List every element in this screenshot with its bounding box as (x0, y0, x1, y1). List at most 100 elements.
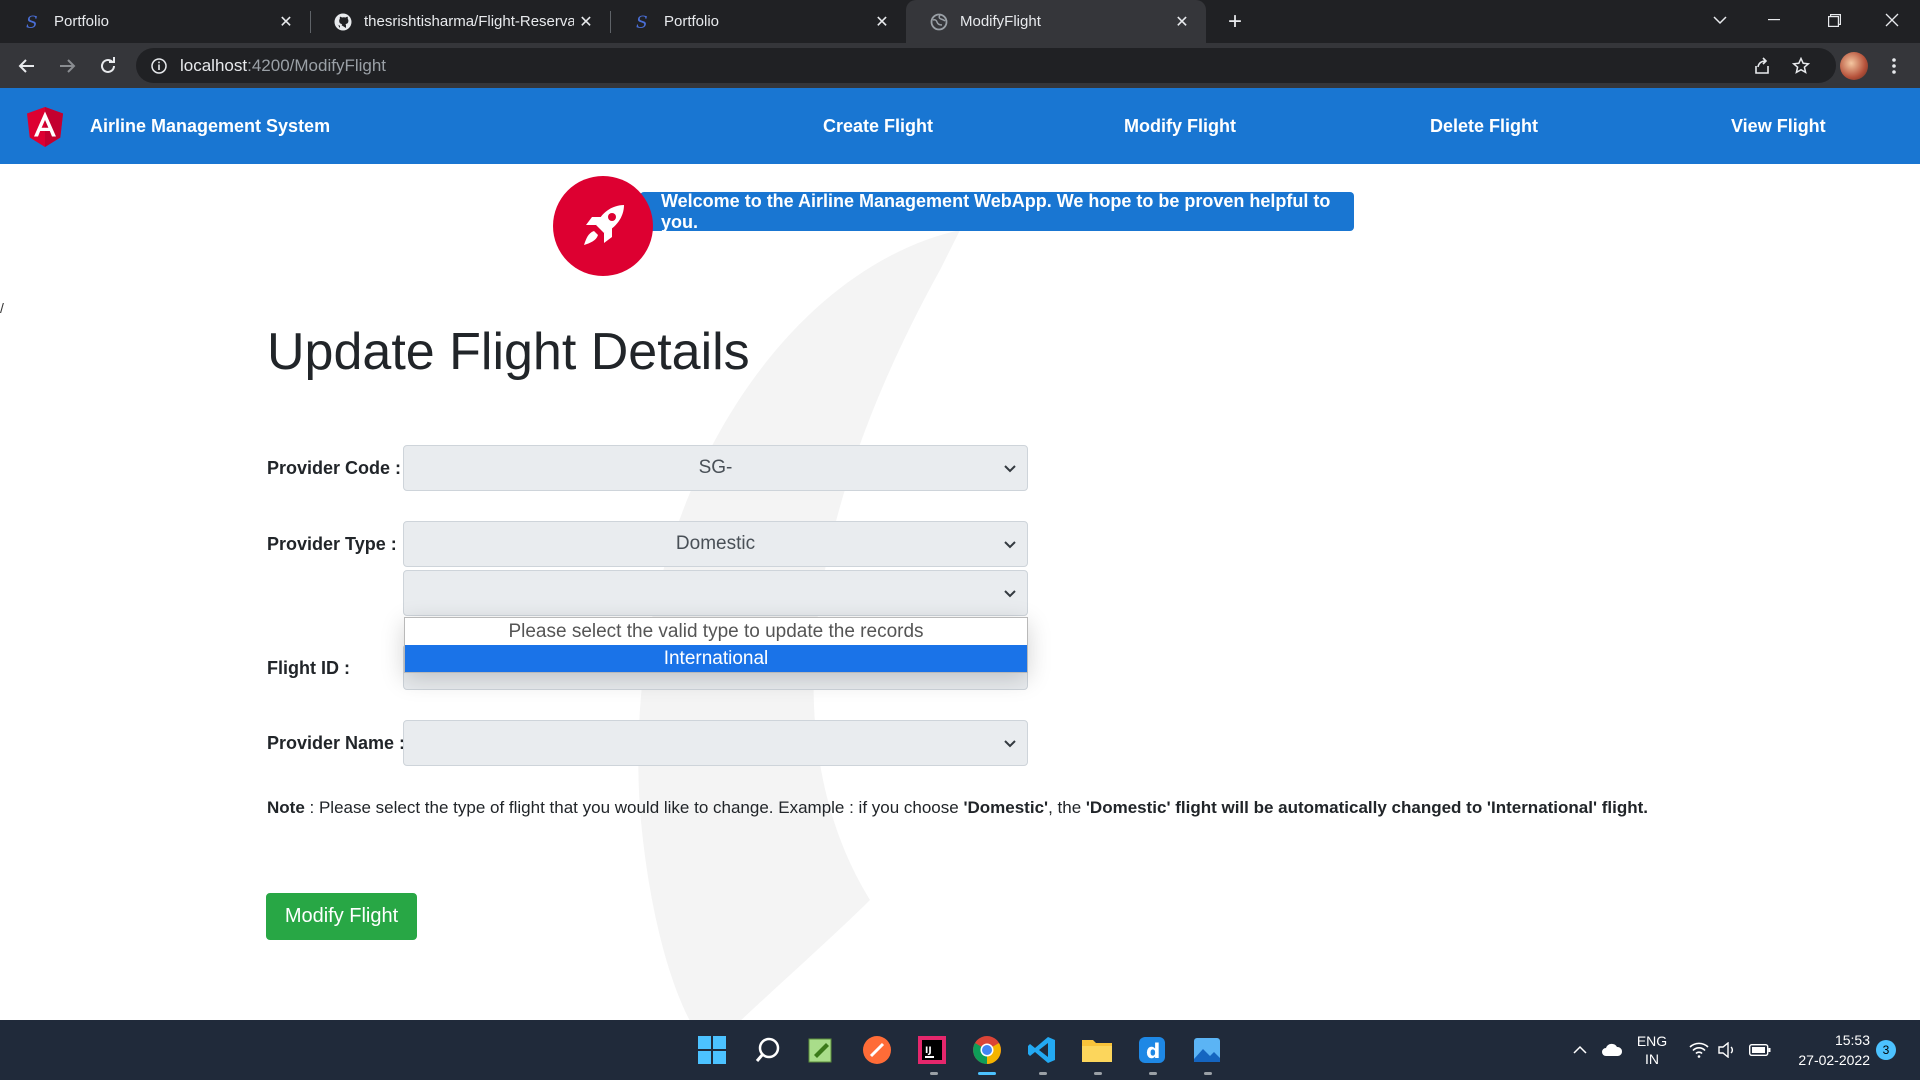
note-text-part: : Please select the type of flight that … (304, 798, 964, 817)
clock-time: 15:53 (1834, 1032, 1870, 1048)
reload-icon[interactable] (91, 49, 125, 83)
provider-code-value: SG- (698, 457, 733, 478)
rocket-icon (553, 176, 653, 276)
dropdown-option-international[interactable]: International (405, 645, 1027, 672)
system-clock[interactable]: 15:53 27-02-2022 (1780, 1030, 1870, 1070)
provider-code-select[interactable]: SG- (403, 445, 1028, 491)
chrome-icon[interactable] (969, 1032, 1005, 1068)
tab-search-chevron-icon[interactable] (1692, 0, 1748, 40)
portfolio-favicon-icon: S (24, 13, 42, 31)
github-icon (334, 13, 352, 31)
app-navbar: Airline Management System Create Flight … (0, 88, 1920, 164)
chevron-down-icon (1004, 740, 1016, 748)
svg-text:IJ: IJ (925, 1046, 932, 1056)
chevron-down-icon (1004, 541, 1016, 549)
tab-modifyflight[interactable]: ModifyFlight ✕ (906, 0, 1206, 43)
provider-code-label: Provider Code : (267, 458, 402, 478)
windows-taskbar: IJ d ENG IN 15:53 27-02-2022 (0, 1020, 1920, 1080)
provider-name-label: Provider Name : (267, 733, 406, 753)
running-indicator (1094, 1072, 1102, 1075)
vscode-icon[interactable] (1024, 1032, 1060, 1068)
note-label: Note (267, 798, 305, 817)
active-indicator (978, 1072, 996, 1075)
photos-icon[interactable] (1189, 1032, 1225, 1068)
tab-title: Portfolio (664, 13, 720, 30)
tab-portfolio-1[interactable]: S Portfolio ✕ (0, 0, 310, 43)
battery-icon[interactable] (1746, 1020, 1774, 1080)
svg-text:d: d (1146, 1039, 1160, 1063)
running-indicator (1204, 1072, 1212, 1075)
intellij-icon[interactable]: IJ (914, 1032, 950, 1068)
portfolio-favicon-icon: S (634, 13, 652, 31)
close-tab-icon[interactable]: ✕ (870, 10, 894, 34)
provider-type-label: Provider Type : (267, 534, 397, 554)
restore-icon[interactable] (1806, 0, 1862, 40)
back-icon[interactable] (10, 49, 44, 83)
running-indicator (1039, 1072, 1047, 1075)
tab-title: thesrishtisharma/Flight-Reservati (364, 13, 574, 30)
jdownloader-icon[interactable]: d (1134, 1032, 1170, 1068)
site-info-icon[interactable] (150, 57, 168, 75)
tab-title: ModifyFlight (960, 13, 1041, 30)
note-bold-part: 'Domestic' flight will be automatically … (1085, 798, 1649, 817)
share-icon[interactable] (1745, 49, 1779, 83)
close-tab-icon[interactable]: ✕ (1170, 10, 1194, 34)
close-tab-icon[interactable]: ✕ (574, 10, 598, 34)
forward-icon[interactable] (50, 49, 84, 83)
tab-github[interactable]: thesrishtisharma/Flight-Reservati ✕ (310, 0, 610, 43)
profile-avatar[interactable] (1840, 52, 1868, 80)
welcome-banner: Welcome to the Airline Management WebApp… (640, 191, 1354, 232)
note-bold-part: 'Domestic' (963, 798, 1049, 817)
file-explorer-icon[interactable] (1079, 1032, 1115, 1068)
wifi-icon[interactable] (1686, 1020, 1712, 1080)
note-text: Note : Please select the type of flight … (267, 795, 1667, 821)
new-type-select[interactable] (403, 570, 1028, 616)
svg-text:S: S (26, 13, 38, 31)
running-indicator (1149, 1072, 1157, 1075)
close-window-icon[interactable] (1864, 0, 1920, 40)
chevron-down-icon (1004, 465, 1016, 473)
globe-icon (930, 13, 948, 31)
new-tab-button[interactable]: + (1220, 7, 1250, 37)
page-title: Update Flight Details (267, 323, 750, 381)
language-indicator[interactable]: ENG IN (1632, 1020, 1672, 1080)
nav-modify-flight[interactable]: Modify Flight (1124, 88, 1236, 164)
language-top: ENG (1636, 1033, 1668, 1049)
angular-logo-icon[interactable] (26, 107, 64, 147)
url-text: localhost:4200/ModifyFlight (180, 55, 387, 75)
browser-tab-strip: S Portfolio ✕ thesrishtisharma/Flight-Re… (0, 0, 1920, 43)
svg-text:S: S (636, 13, 648, 31)
volume-icon[interactable] (1714, 1020, 1740, 1080)
stray-text: / (0, 300, 4, 316)
address-bar[interactable]: localhost:4200/ModifyFlight (136, 48, 1836, 83)
minimize-icon[interactable] (1746, 0, 1802, 40)
dropdown-option-placeholder[interactable]: Please select the valid type to update t… (405, 618, 1027, 645)
running-indicator (930, 1072, 938, 1075)
flight-id-label: Flight ID : (267, 658, 350, 678)
tab-portfolio-2[interactable]: S Portfolio ✕ (610, 0, 906, 43)
provider-type-select[interactable]: Domestic (403, 521, 1028, 567)
provider-name-select[interactable] (403, 720, 1028, 766)
close-tab-icon[interactable]: ✕ (274, 10, 298, 34)
postman-icon[interactable] (859, 1032, 895, 1068)
nav-create-flight[interactable]: Create Flight (823, 88, 933, 164)
chevron-down-icon (1004, 590, 1016, 598)
more-menu-icon[interactable] (1877, 49, 1911, 83)
clock-date: 27-02-2022 (1798, 1052, 1870, 1068)
modify-flight-button[interactable]: Modify Flight (266, 893, 417, 940)
note-text-part: , the (1048, 798, 1086, 817)
notepad-plus-icon[interactable] (803, 1032, 839, 1068)
nav-view-flight[interactable]: View Flight (1731, 88, 1826, 164)
search-icon[interactable] (750, 1032, 786, 1068)
tab-title: Portfolio (54, 13, 110, 30)
nav-delete-flight[interactable]: Delete Flight (1430, 88, 1538, 164)
browser-toolbar: localhost:4200/ModifyFlight (0, 43, 1920, 88)
provider-type-value: Domestic (675, 533, 756, 554)
windows-start-icon[interactable] (694, 1032, 730, 1068)
language-bottom: IN (1645, 1051, 1659, 1067)
tray-chevron-up-icon[interactable] (1566, 1020, 1594, 1080)
bookmark-star-icon[interactable] (1784, 49, 1818, 83)
app-brand[interactable]: Airline Management System (90, 88, 330, 164)
onedrive-cloud-icon[interactable] (1598, 1020, 1626, 1080)
notification-badge[interactable]: 3 (1876, 1040, 1896, 1060)
